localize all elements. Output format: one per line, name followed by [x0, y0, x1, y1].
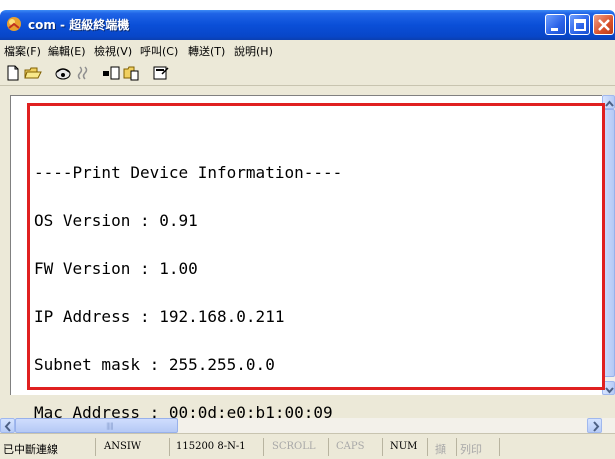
minimize-button[interactable]	[545, 14, 566, 35]
close-button[interactable]	[593, 14, 614, 35]
scroll-grip-icon: |||||	[106, 422, 114, 430]
menu-call[interactable]: 呼叫(C)	[140, 43, 178, 59]
connect-icon[interactable]	[54, 64, 72, 82]
menu-file[interactable]: 檔案(F)	[4, 43, 41, 59]
receive-icon[interactable]	[122, 64, 140, 82]
close-icon	[598, 19, 610, 31]
menu-view[interactable]: 檢視(V)	[94, 43, 132, 59]
disconnect-icon[interactable]	[74, 64, 92, 82]
window-title: com - 超級終端機	[28, 18, 130, 32]
properties-icon[interactable]	[152, 64, 170, 82]
new-file-icon[interactable]	[4, 64, 22, 82]
terminal-output: ----Print Device Information---- OS Vers…	[34, 133, 342, 437]
terminal-line: ----Print Device Information----	[34, 163, 343, 182]
status-print: 列印	[460, 438, 500, 456]
chevron-right-icon	[593, 421, 600, 432]
scroll-right-button[interactable]	[587, 418, 602, 433]
menu-edit[interactable]: 編輯(E)	[48, 43, 86, 59]
chevron-left-icon	[4, 421, 11, 432]
status-port-settings: 115200 8-N-1	[176, 438, 264, 456]
terminal-line: IP Address : 192.168.0.211	[34, 307, 285, 326]
terminal-line: Subnet mask : 255.255.0.0	[34, 355, 275, 374]
send-icon[interactable]	[102, 64, 120, 82]
hyperterminal-icon	[7, 17, 21, 31]
status-connection: 已中斷連線	[3, 438, 96, 456]
status-caps: CAPS	[336, 438, 383, 456]
status-capture: 擷	[435, 438, 457, 456]
menu-bar: 檔案(F) 編輯(E) 檢視(V) 呼叫(C) 轉送(T) 說明(H)	[0, 40, 615, 60]
open-folder-icon[interactable]	[24, 64, 42, 82]
status-scroll: SCROLL	[272, 438, 329, 456]
horizontal-scrollbar[interactable]: |||||	[0, 418, 615, 433]
maximize-icon	[574, 19, 586, 31]
status-emulation: ANSIW	[104, 438, 170, 456]
status-num: NUM	[390, 438, 428, 456]
status-bar: 已中斷連線 ANSIW 115200 8-N-1 SCROLL CAPS NUM…	[0, 433, 615, 459]
menu-help[interactable]: 說明(H)	[234, 43, 273, 59]
menu-transfer[interactable]: 轉送(T)	[188, 43, 225, 59]
scroll-left-button[interactable]	[0, 418, 15, 433]
terminal-line: FW Version : 1.00	[34, 259, 198, 278]
terminal-line: OS Version : 0.91	[34, 211, 198, 230]
title-bar[interactable]: com - 超級終端機	[0, 10, 615, 40]
minimize-icon	[551, 28, 558, 31]
toolbar	[0, 60, 615, 86]
maximize-button[interactable]	[569, 14, 590, 35]
horizontal-scroll-thumb[interactable]: |||||	[15, 418, 178, 433]
